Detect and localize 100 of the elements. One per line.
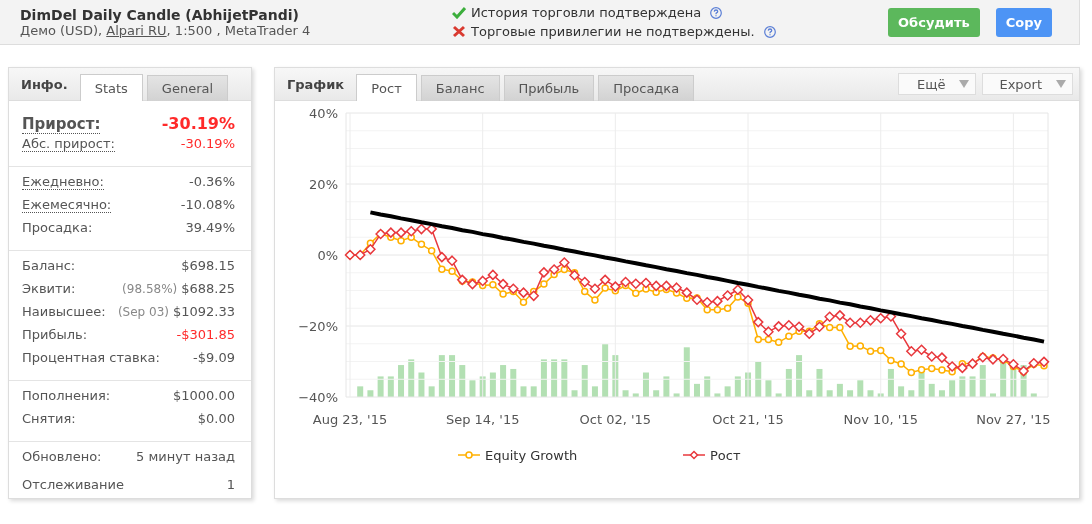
stat-label: Отслеживание xyxy=(22,477,124,492)
axis-label: Sep 14, '15 xyxy=(445,412,520,427)
stat-value: -30.19% xyxy=(180,136,235,151)
axis-label: Nov 10, '15 xyxy=(843,412,918,427)
stat-value: -10.08% xyxy=(180,197,235,212)
axis-label: Oct 02, '15 xyxy=(579,412,652,427)
diamond-marker xyxy=(599,274,611,286)
axis-label: Oct 21, '15 xyxy=(712,412,784,427)
stat-value: 39.49% xyxy=(185,220,235,235)
stat-note: (98.58%) xyxy=(122,282,178,296)
tab[interactable]: Прибыль xyxy=(503,75,595,101)
diamond-marker xyxy=(405,225,417,237)
axis-label: 40% xyxy=(309,106,338,121)
stat-label: Эквити: xyxy=(22,281,76,296)
stat-label: Прирост: xyxy=(22,115,101,134)
circle-marker xyxy=(928,364,936,373)
circle-marker xyxy=(836,323,844,332)
diamond-marker xyxy=(660,280,672,292)
diamond-marker xyxy=(354,249,366,261)
stat-label: Ежедневно: xyxy=(22,174,104,190)
stat-value: -$301.85 xyxy=(176,327,235,342)
tab[interactable]: General xyxy=(146,75,229,101)
dropdown-button[interactable]: Ещё xyxy=(897,73,977,95)
axis-label: −20% xyxy=(298,319,338,334)
tab[interactable]: Рост xyxy=(356,74,417,101)
verification-text: Торговые привилегии не подтверждены. xyxy=(471,24,755,39)
diamond-marker xyxy=(762,326,774,338)
diamond-marker xyxy=(609,281,621,293)
diamond-marker xyxy=(793,321,805,333)
tab[interactable]: Баланс xyxy=(420,75,500,101)
diamond-marker xyxy=(742,294,754,306)
legend-label: Equity Growth xyxy=(485,448,578,463)
circle-marker xyxy=(540,280,548,288)
stat-value: -30.19% xyxy=(161,114,235,133)
stat-value: $0.00 xyxy=(197,411,235,426)
diamond-marker xyxy=(773,320,785,332)
stat-label: Пополнения: xyxy=(22,388,111,403)
caret-icon xyxy=(959,80,970,88)
diamond-marker xyxy=(497,278,509,290)
diamond-marker xyxy=(803,328,815,340)
diamond-marker xyxy=(650,280,662,292)
stat-value: $688.25 xyxy=(181,281,235,296)
axis-label: 0% xyxy=(317,248,338,263)
diamond-marker xyxy=(905,345,917,357)
diamond-marker xyxy=(630,278,642,290)
caret-icon xyxy=(1056,80,1066,88)
diamond-marker xyxy=(875,312,887,324)
circle-marker xyxy=(917,365,926,374)
stat-value: -$9.09 xyxy=(193,350,235,365)
stat-value: 1 xyxy=(226,477,235,492)
circle-marker xyxy=(734,293,742,301)
axis-label: −40% xyxy=(298,390,338,405)
diamond-marker xyxy=(415,223,427,235)
panel-heading: Инфо. xyxy=(21,76,68,92)
stat-label: Наивысшее: xyxy=(22,304,106,319)
diamond-marker xyxy=(752,316,764,328)
broker-link[interactable]: Alpari RU xyxy=(106,22,167,38)
diamond-marker xyxy=(854,317,866,329)
diamond-marker xyxy=(477,275,489,287)
diamond-marker xyxy=(640,277,652,289)
axis-label: Nov 27, '15 xyxy=(976,412,1051,427)
diamond-marker xyxy=(813,321,826,333)
help-icon[interactable] xyxy=(763,25,776,38)
diamond-marker xyxy=(620,276,632,288)
diamond-marker xyxy=(579,276,591,288)
diamond-marker xyxy=(824,311,836,323)
stat-label: Снятия: xyxy=(22,411,76,426)
legend-item[interactable]: Рост xyxy=(682,448,741,463)
stat-note: (Sep 03) xyxy=(117,305,169,319)
circle-marker xyxy=(519,298,528,306)
diamond-marker xyxy=(844,317,856,329)
diamond-marker xyxy=(364,243,376,255)
tab[interactable]: Просадка xyxy=(598,75,695,101)
dropdown-button[interactable]: Export xyxy=(982,73,1073,95)
axis-label: Aug 23, '15 xyxy=(312,412,388,427)
circle-marker xyxy=(417,240,426,249)
tab[interactable]: Stats xyxy=(79,74,143,101)
help-icon[interactable] xyxy=(710,6,723,19)
diamond-marker xyxy=(1018,365,1030,377)
diamond-marker xyxy=(436,251,448,263)
diamond-marker xyxy=(783,319,795,331)
stat-label: Абс. прирост: xyxy=(22,136,115,152)
panel-heading: График xyxy=(287,76,345,92)
stat-label: Ежемесячно: xyxy=(22,197,112,213)
stat-label: Просадка: xyxy=(22,220,93,235)
legend-item[interactable]: Equity Growth xyxy=(457,448,578,463)
diamond-marker xyxy=(446,255,458,267)
verification-text: История торговли подтверждена xyxy=(471,5,702,20)
circle-marker xyxy=(938,366,946,374)
stat-label: Баланс: xyxy=(22,258,76,273)
circle-marker xyxy=(591,296,599,304)
account-title: DimDel Daily Candle (AbhijetPandi) xyxy=(20,6,300,23)
diamond-marker xyxy=(956,362,968,374)
stat-label: Прибыль: xyxy=(22,327,88,342)
stat-value: $698.15 xyxy=(181,258,235,273)
circle-marker xyxy=(876,346,885,355)
stat-label: Обновлено: xyxy=(22,449,102,464)
diamond-marker xyxy=(344,249,356,261)
account-subtitle: Демо (USD), Alpari RU, 1:500 , MetaTrader 4 xyxy=(20,22,312,38)
circle-marker xyxy=(825,323,834,332)
